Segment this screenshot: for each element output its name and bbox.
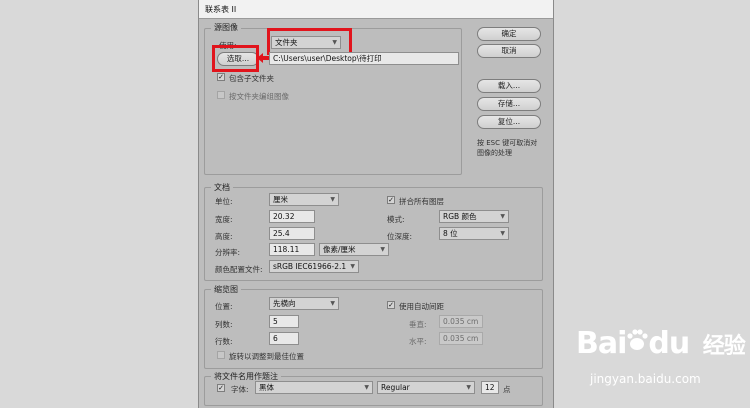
watermark-brand-b: du bbox=[648, 326, 690, 361]
bit-depth-label: 位深度: bbox=[387, 232, 413, 241]
place-select-value: 先横向 bbox=[273, 299, 296, 308]
esc-note-line-1: 按 ESC 键可取消对 bbox=[477, 139, 538, 147]
font-style-select[interactable]: Regular ▼ bbox=[377, 381, 475, 394]
width-field[interactable]: 20.32 bbox=[269, 210, 315, 223]
auto-spacing-label: 使用自动间距 bbox=[399, 302, 444, 311]
units-select[interactable]: 厘米 ▼ bbox=[269, 193, 339, 206]
chevron-down-icon: ▼ bbox=[500, 230, 505, 237]
chevron-down-icon: ▼ bbox=[380, 246, 385, 253]
group-by-folder-checkbox[interactable] bbox=[217, 91, 225, 99]
document-legend: 文档 bbox=[211, 182, 233, 193]
chevron-down-icon: ▼ bbox=[330, 300, 335, 307]
window-title: 联系表 II bbox=[205, 5, 237, 14]
thumbnails-legend: 缩览图 bbox=[211, 284, 241, 295]
horizontal-field[interactable]: 0.035 cm bbox=[439, 332, 483, 345]
font-size-field[interactable]: 12 bbox=[481, 381, 499, 394]
color-profile-label: 颜色配置文件: bbox=[215, 265, 263, 274]
rows-field[interactable]: 6 bbox=[269, 332, 299, 345]
columns-label: 列数: bbox=[215, 320, 233, 329]
horizontal-label: 水平: bbox=[409, 337, 427, 346]
load-button[interactable]: 载入... bbox=[477, 79, 541, 93]
source-images-legend: 源图像 bbox=[211, 22, 241, 33]
paw-icon bbox=[626, 326, 649, 361]
use-select-highlight bbox=[267, 28, 352, 55]
font-label: 字体: bbox=[231, 385, 249, 394]
mode-select-value: RGB 颜色 bbox=[443, 212, 477, 221]
chevron-down-icon: ▼ bbox=[466, 384, 471, 391]
watermark-brand-a: Bai bbox=[576, 326, 627, 361]
font-select[interactable]: 黑体 ▼ bbox=[255, 381, 373, 394]
mode-select[interactable]: RGB 颜色 ▼ bbox=[439, 210, 509, 223]
units-label: 单位: bbox=[215, 197, 233, 206]
watermark-brand-cn: 经验 bbox=[702, 334, 746, 359]
color-profile-select[interactable]: sRGB IEC61966-2.1 ▼ bbox=[269, 260, 359, 273]
title-bar[interactable]: 联系表 II bbox=[199, 0, 553, 19]
cancel-button[interactable]: 取消 bbox=[477, 44, 541, 58]
mode-label: 模式: bbox=[387, 215, 405, 224]
flatten-layers-checkbox[interactable]: ✓ bbox=[387, 196, 395, 204]
rotate-label: 旋转以调整到最佳位置 bbox=[229, 352, 304, 361]
reset-button[interactable]: 复位... bbox=[477, 115, 541, 129]
chevron-down-icon: ▼ bbox=[364, 384, 369, 391]
esc-note-line-2: 图像的处理 bbox=[477, 149, 512, 157]
watermark-url: jingyan.baidu.com bbox=[590, 372, 701, 386]
font-style-value: Regular bbox=[381, 383, 410, 392]
group-by-folder-label: 按文件夹编组图像 bbox=[229, 92, 289, 101]
chevron-down-icon: ▼ bbox=[330, 196, 335, 203]
resolution-unit-value: 像素/厘米 bbox=[323, 245, 356, 254]
include-subfolders-label: 包含子文件夹 bbox=[229, 74, 274, 83]
chevron-down-icon: ▼ bbox=[500, 213, 505, 220]
font-size-unit: 点 bbox=[503, 385, 511, 394]
height-label: 高度: bbox=[215, 232, 233, 241]
bit-depth-select[interactable]: 8 位 ▼ bbox=[439, 227, 509, 240]
resolution-label: 分辨率: bbox=[215, 248, 241, 257]
vertical-field[interactable]: 0.035 cm bbox=[439, 315, 483, 328]
resolution-unit-select[interactable]: 像素/厘米 ▼ bbox=[319, 243, 389, 256]
bit-depth-select-value: 8 位 bbox=[443, 229, 458, 238]
vertical-label: 垂直: bbox=[409, 320, 427, 329]
columns-field[interactable]: 5 bbox=[269, 315, 299, 328]
save-button[interactable]: 存储... bbox=[477, 97, 541, 111]
rows-label: 行数: bbox=[215, 337, 233, 346]
height-field[interactable]: 25.4 bbox=[269, 227, 315, 240]
flatten-layers-label: 拼合所有图层 bbox=[399, 197, 444, 206]
place-select[interactable]: 先横向 ▼ bbox=[269, 297, 339, 310]
resolution-field[interactable]: 118.11 bbox=[269, 243, 315, 256]
units-select-value: 厘米 bbox=[273, 195, 288, 204]
place-label: 位置: bbox=[215, 302, 233, 311]
choose-button-highlight bbox=[212, 45, 259, 72]
rotate-checkbox[interactable] bbox=[217, 351, 225, 359]
chevron-down-icon: ▼ bbox=[350, 263, 355, 270]
include-subfolders-checkbox[interactable]: ✓ bbox=[217, 73, 225, 81]
color-profile-value: sRGB IEC61966-2.1 bbox=[273, 262, 347, 271]
contact-sheet-dialog: 联系表 II 源图像 使用: 文件夹 ▼ 选取... C:\Users\user… bbox=[198, 0, 554, 408]
width-label: 宽度: bbox=[215, 215, 233, 224]
baidu-watermark-logo: Bai du 经验 bbox=[576, 326, 746, 361]
caption-checkbox[interactable]: ✓ bbox=[217, 384, 225, 392]
ok-button[interactable]: 确定 bbox=[477, 27, 541, 41]
folder-path-field[interactable]: C:\Users\user\Desktop\待打印 bbox=[269, 52, 459, 65]
auto-spacing-checkbox[interactable]: ✓ bbox=[387, 301, 395, 309]
font-select-value: 黑体 bbox=[259, 383, 274, 392]
